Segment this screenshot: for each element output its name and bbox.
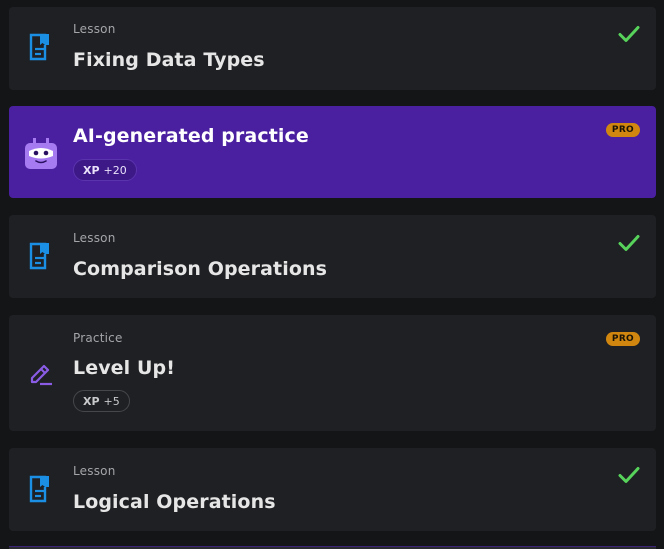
checkmark-icon: [618, 26, 640, 42]
item-kind: Lesson: [73, 231, 116, 245]
pro-badge: PRO: [605, 332, 640, 346]
checkmark-icon: [618, 235, 640, 251]
lesson-document-icon: [26, 241, 56, 271]
list-item-comparison-operations[interactable]: Lesson Comparison Operations: [9, 215, 656, 298]
lesson-list: Lesson Fixing Data Types AI-generated pr…: [0, 0, 664, 549]
item-title: Level Up!: [73, 357, 175, 379]
pro-badge: PRO: [605, 123, 640, 137]
item-title: Comparison Operations: [73, 258, 328, 280]
xp-value: +20: [103, 163, 127, 177]
xp-value: +5: [103, 394, 120, 408]
lesson-document-icon: [26, 474, 56, 504]
item-title: Fixing Data Types: [73, 49, 265, 71]
ai-robot-icon: [24, 137, 58, 171]
list-item-logical-operations[interactable]: Lesson Logical Operations: [9, 448, 656, 531]
checkmark-icon: [618, 467, 640, 483]
item-title: AI-generated practice: [73, 125, 309, 147]
list-item-level-up[interactable]: Practice Level Up! XP +5 PRO: [9, 315, 656, 431]
xp-badge: XP +20: [73, 159, 137, 181]
list-item-fixing-data-types[interactable]: Lesson Fixing Data Types: [9, 7, 656, 90]
item-title: Logical Operations: [73, 491, 276, 513]
item-kind: Lesson: [73, 464, 116, 478]
item-kind: Lesson: [73, 22, 116, 36]
practice-pencil-icon: [26, 358, 56, 388]
xp-label: XP: [83, 394, 100, 408]
item-kind: Practice: [73, 331, 123, 345]
xp-badge: XP +5: [73, 390, 130, 412]
xp-label: XP: [83, 163, 100, 177]
lesson-document-icon: [26, 32, 56, 62]
list-item-ai-generated-practice[interactable]: AI-generated practice XP +20 PRO: [9, 106, 656, 198]
